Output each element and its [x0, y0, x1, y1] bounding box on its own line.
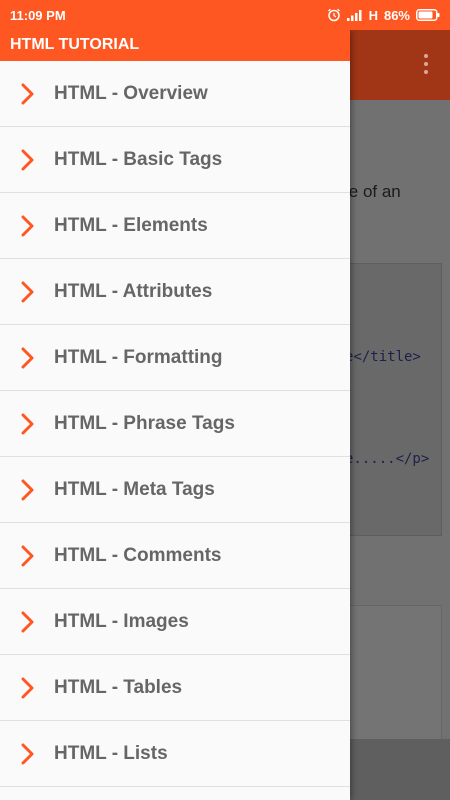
drawer-item[interactable]: HTML - Meta Tags: [0, 457, 350, 523]
chevron-right-icon: [21, 479, 41, 501]
drawer-item-label: HTML - Overview: [54, 82, 208, 104]
drawer-item[interactable]: HTML - Images: [0, 589, 350, 655]
chevron-right-icon: [21, 281, 41, 303]
alarm-icon: [327, 8, 341, 22]
drawer-item-label: HTML - Attributes: [54, 280, 213, 302]
battery-percent: 86%: [383, 7, 410, 23]
drawer-item-label: HTML - Phrase Tags: [54, 412, 235, 434]
code-block: [340, 605, 442, 745]
drawer-item[interactable]: HTML - Tables: [0, 655, 350, 721]
chevron-right-icon: [21, 83, 41, 105]
network-type: H: [368, 7, 378, 23]
chevron-right-icon: [21, 215, 41, 237]
chevron-right-icon: [21, 545, 41, 567]
drawer-title: HTML TUTORIAL: [0, 30, 350, 61]
chevron-right-icon: [21, 413, 41, 435]
code-block: [340, 263, 442, 536]
drawer-item-label: HTML - Tables: [54, 676, 183, 698]
drawer-item-label: HTML - Lists: [54, 742, 168, 764]
background-text: le of an: [345, 182, 401, 201]
signal-icon: [346, 9, 363, 21]
drawer-item-label: HTML - Meta Tags: [54, 478, 215, 500]
drawer-item-label: HTML - Images: [54, 610, 189, 632]
chevron-right-icon: [21, 347, 41, 369]
battery-icon: [416, 9, 440, 21]
code-line: e</title>: [345, 349, 421, 365]
navigation-drawer: HTML TUTORIAL HTML - Overview HTML - Basi…: [0, 30, 350, 800]
more-vert-icon[interactable]: [424, 54, 428, 78]
drawer-item[interactable]: HTML - Elements: [0, 193, 350, 259]
status-bar: 11:09 PM H 86%: [0, 0, 450, 30]
drawer-item[interactable]: HTML - Attributes: [0, 259, 350, 325]
drawer-item-label: HTML - Basic Tags: [54, 148, 223, 170]
status-time: 11:09 PM: [10, 7, 66, 23]
code-line: e.....</p>: [345, 451, 430, 467]
status-icons: H 86%: [327, 8, 440, 23]
drawer-item[interactable]: HTML - Lists: [0, 721, 350, 787]
drawer-item[interactable]: HTML - Overview: [0, 61, 350, 127]
chevron-right-icon: [21, 677, 41, 699]
drawer-item-label: HTML - Comments: [54, 544, 222, 566]
drawer-item[interactable]: HTML - Formatting: [0, 325, 350, 391]
drawer-item[interactable]: HTML - Basic Tags: [0, 127, 350, 193]
drawer-list: HTML - Overview HTML - Basic Tags HTML - E…: [0, 61, 350, 787]
drawer-item-label: HTML - Formatting: [54, 346, 223, 368]
drawer-item[interactable]: HTML - Phrase Tags: [0, 391, 350, 457]
chevron-right-icon: [21, 149, 41, 171]
chevron-right-icon: [21, 743, 41, 765]
chevron-right-icon: [21, 611, 41, 633]
drawer-item[interactable]: HTML - Comments: [0, 523, 350, 589]
drawer-item-label: HTML - Elements: [54, 214, 208, 236]
